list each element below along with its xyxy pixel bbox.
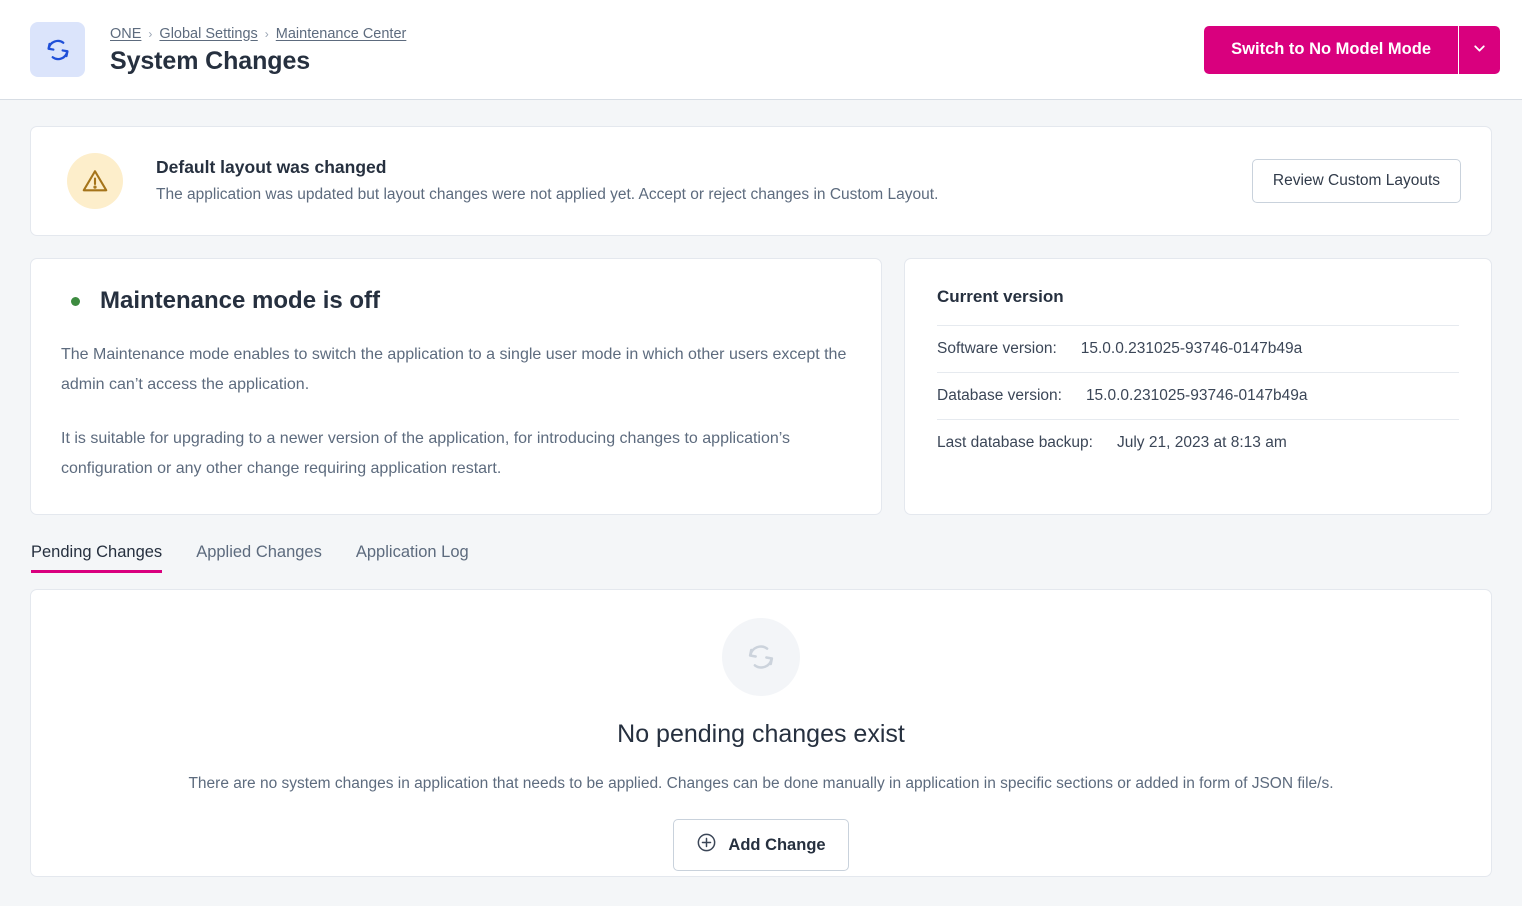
banner-title: Default layout was changed — [156, 157, 1252, 178]
version-row-software: Software version: 15.0.0.231025-93746-01… — [937, 325, 1459, 372]
tab-applied-changes[interactable]: Applied Changes — [196, 543, 322, 573]
breadcrumb-item-one[interactable]: ONE — [110, 24, 141, 44]
add-change-button[interactable]: Add Change — [673, 819, 848, 871]
last-database-backup-value: July 21, 2023 at 8:13 am — [1117, 434, 1287, 452]
maintenance-mode-title-row: Maintenance mode is off — [61, 287, 851, 315]
sync-icon — [722, 618, 800, 696]
maintenance-paragraph-1: The Maintenance mode enables to switch t… — [61, 340, 851, 400]
switch-to-no-model-mode-button[interactable]: Switch to No Model Mode — [1204, 26, 1458, 74]
app-header: ONE › Global Settings › Maintenance Cent… — [0, 0, 1522, 100]
sync-icon — [30, 22, 85, 77]
header-text-group: ONE › Global Settings › Maintenance Cent… — [110, 24, 1204, 76]
last-database-backup-label: Last database backup: — [937, 434, 1093, 452]
review-custom-layouts-button[interactable]: Review Custom Layouts — [1252, 159, 1461, 203]
plus-circle-icon — [696, 832, 717, 858]
database-version-value: 15.0.0.231025-93746-0147b49a — [1086, 387, 1308, 405]
status-badge — [71, 297, 80, 306]
chevron-down-icon — [1471, 40, 1488, 60]
version-row-database: Database version: 15.0.0.231025-93746-01… — [937, 372, 1459, 419]
layout-changed-banner: Default layout was changed The applicati… — [30, 126, 1492, 236]
current-version-card: Current version Software version: 15.0.0… — [904, 258, 1492, 515]
warning-triangle-icon — [67, 153, 123, 209]
breadcrumb-separator-icon: › — [265, 24, 269, 44]
info-columns: Maintenance mode is off The Maintenance … — [30, 258, 1492, 515]
maintenance-mode-card: Maintenance mode is off The Maintenance … — [30, 258, 882, 515]
tab-bar: Pending Changes Applied Changes Applicat… — [30, 543, 1492, 573]
empty-state-description: There are no system changes in applicati… — [188, 775, 1333, 793]
page-title: System Changes — [110, 47, 1204, 76]
breadcrumb: ONE › Global Settings › Maintenance Cent… — [110, 24, 1204, 44]
page-body: Default layout was changed The applicati… — [0, 100, 1522, 877]
breadcrumb-item-global-settings[interactable]: Global Settings — [159, 24, 257, 44]
tab-application-log[interactable]: Application Log — [356, 543, 469, 573]
current-version-title: Current version — [937, 287, 1459, 307]
breadcrumb-item-maintenance-center[interactable]: Maintenance Center — [276, 24, 407, 44]
maintenance-mode-title: Maintenance mode is off — [100, 287, 380, 315]
switch-mode-dropdown-button[interactable] — [1458, 26, 1500, 74]
pending-changes-empty-state: No pending changes exist There are no sy… — [30, 589, 1492, 877]
database-version-label: Database version: — [937, 387, 1062, 405]
empty-state-title: No pending changes exist — [617, 720, 905, 749]
breadcrumb-separator-icon: › — [148, 24, 152, 44]
software-version-value: 15.0.0.231025-93746-0147b49a — [1081, 340, 1303, 358]
header-actions: Switch to No Model Mode — [1204, 26, 1500, 74]
add-change-label: Add Change — [728, 836, 825, 855]
software-version-label: Software version: — [937, 340, 1057, 358]
maintenance-paragraph-2: It is suitable for upgrading to a newer … — [61, 424, 851, 484]
banner-description: The application was updated but layout c… — [156, 185, 1252, 205]
switch-mode-split-button: Switch to No Model Mode — [1204, 26, 1500, 74]
tab-pending-changes[interactable]: Pending Changes — [31, 543, 162, 573]
version-row-last-backup: Last database backup: July 21, 2023 at 8… — [937, 419, 1459, 466]
banner-text-group: Default layout was changed The applicati… — [156, 157, 1252, 205]
